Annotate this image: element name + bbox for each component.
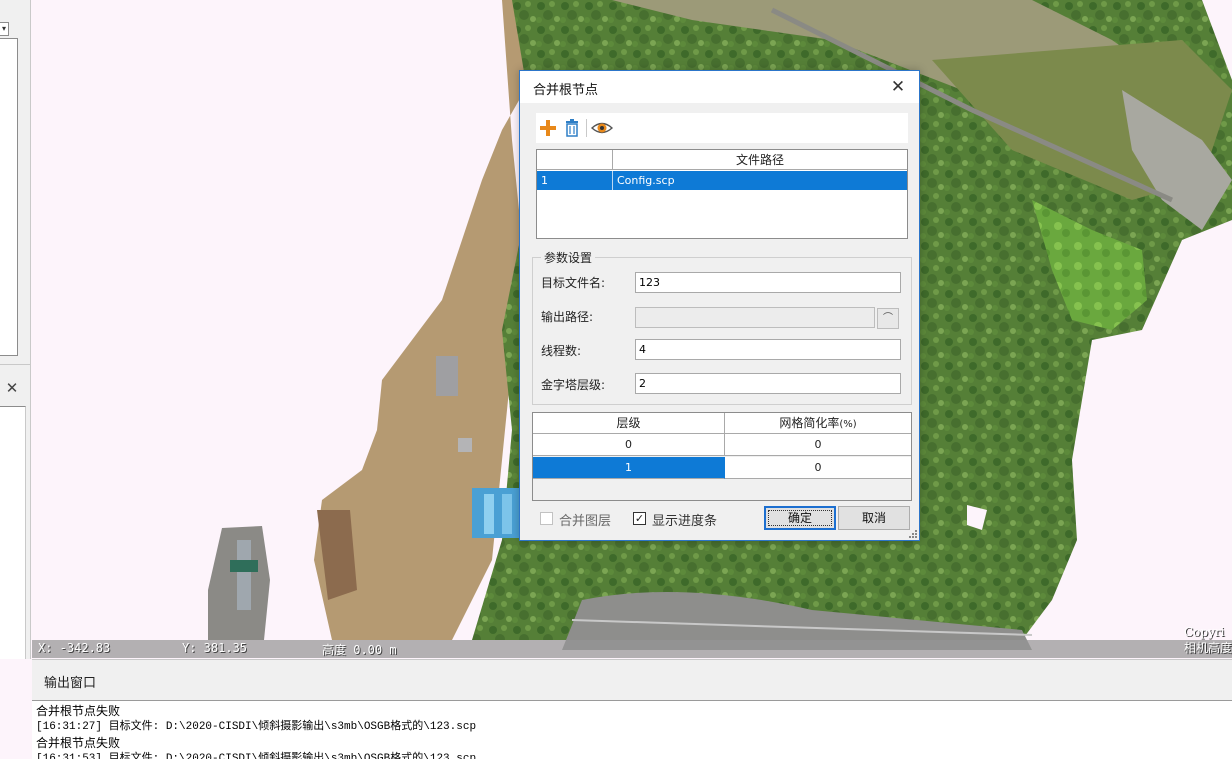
threads-input[interactable]: 4	[635, 339, 901, 360]
file-toolbar	[536, 113, 908, 143]
workspace-tree-list[interactable]	[0, 406, 26, 659]
file-path-table[interactable]: 文件路径 1 Config.scp	[536, 149, 908, 239]
simplify-rate-unit: (%)	[839, 419, 857, 430]
layer-tree-list[interactable]	[0, 38, 18, 356]
output-path-input[interactable]	[635, 307, 875, 328]
browse-folder-button[interactable]: ⌒	[877, 308, 899, 329]
show-progress-checkbox[interactable]: ✓	[633, 512, 646, 525]
simplify-rate-header-text: 网格简化率	[779, 416, 840, 430]
column-header-level[interactable]: 层级	[533, 413, 725, 434]
show-progress-label[interactable]: 显示进度条	[652, 510, 717, 529]
table-row[interactable]: 1 Config.scp	[537, 171, 907, 190]
ok-button[interactable]: 确定	[764, 506, 836, 530]
log-line: [16:31:53] 目标文件: D:\2020-CISDI\倾斜摄影输出\s3…	[36, 753, 477, 759]
log-line: 合并根节点失败	[36, 704, 121, 718]
copyright-line: Copyri	[1184, 625, 1225, 639]
output-window-title: 输出窗口	[44, 676, 97, 691]
eye-icon	[590, 122, 614, 134]
dialog-title: 合并根节点	[533, 83, 599, 98]
left-dock-panel: ▾ ✕	[0, 0, 31, 659]
trash-icon	[566, 119, 578, 137]
params-groupbox: 参数设置 目标文件名: 123 输出路径: ⌒ 线程数: 4 金字塔层级: 2	[532, 249, 912, 405]
delete-file-button[interactable]	[562, 118, 582, 138]
output-window: 输出窗口 合并根节点失败 [16:31:27] 目标文件: D:\2020-CI…	[32, 659, 1232, 759]
column-header-index[interactable]	[537, 150, 613, 170]
coord-y-readout: Y: 381.35	[182, 641, 248, 655]
coord-x-readout: X: -342.83	[38, 641, 111, 655]
pyramid-level-label: 金字塔层级:	[541, 378, 606, 392]
target-name-label: 目标文件名:	[541, 276, 606, 290]
output-log[interactable]: 合并根节点失败 [16:31:27] 目标文件: D:\2020-CISDI\倾…	[32, 700, 1232, 759]
params-legend: 参数设置	[541, 249, 596, 266]
level-cell[interactable]: 0	[533, 434, 725, 456]
focus-rect	[768, 510, 832, 526]
log-line: [16:31:27] 目标文件: D:\2020-CISDI\倾斜摄影输出\s3…	[36, 721, 477, 733]
cancel-button[interactable]: 取消	[838, 506, 910, 530]
merge-layers-label[interactable]: 合并图层	[559, 510, 611, 529]
level-simplify-table[interactable]: 层级 网格简化率(%) 0 0 1 0	[532, 412, 912, 501]
camera-height-label: 相机高度	[1184, 641, 1232, 655]
copyright-text: Copyri 相机高度	[1184, 624, 1232, 656]
threads-label: 线程数:	[541, 344, 582, 358]
toolbar-separator	[586, 119, 587, 137]
row-file-path: Config.scp	[617, 174, 675, 187]
merge-layers-checkbox[interactable]	[540, 512, 553, 525]
simplify-rate-cell[interactable]: 0	[725, 434, 911, 456]
panel-divider	[0, 364, 31, 365]
dialog-titlebar[interactable]: 合并根节点 ✕	[520, 71, 919, 103]
merge-root-node-dialog: 合并根节点 ✕ 文件路径 1 Config.scp 参数设置 目标文件名: 12…	[519, 70, 920, 541]
add-file-button[interactable]	[538, 118, 558, 138]
panel-close-icon[interactable]: ✕	[3, 378, 21, 398]
column-header-simplify-rate[interactable]: 网格简化率(%)	[725, 413, 911, 434]
close-icon[interactable]: ✕	[886, 75, 910, 99]
level-cell-selected[interactable]: 1	[533, 457, 725, 479]
coordinate-status-bar: X: -342.83 Y: 381.35 高度 0.00 m	[32, 640, 1232, 658]
folder-icon: ⌒	[883, 313, 893, 324]
row-index: 1	[541, 174, 548, 187]
simplify-rate-cell[interactable]: 0	[725, 457, 911, 479]
column-header-file-path[interactable]: 文件路径	[613, 150, 907, 170]
output-path-label: 输出路径:	[541, 310, 594, 324]
resize-grip-icon[interactable]	[909, 530, 917, 538]
pyramid-level-input[interactable]: 2	[635, 373, 901, 394]
height-readout: 高度 0.00 m	[322, 643, 397, 657]
layer-combo-dropdown[interactable]: ▾	[0, 22, 9, 36]
cell-divider	[612, 171, 613, 190]
preview-button[interactable]	[590, 118, 614, 138]
target-name-input[interactable]: 123	[635, 272, 901, 293]
log-line: 合并根节点失败	[36, 736, 121, 750]
plus-icon	[540, 120, 556, 136]
